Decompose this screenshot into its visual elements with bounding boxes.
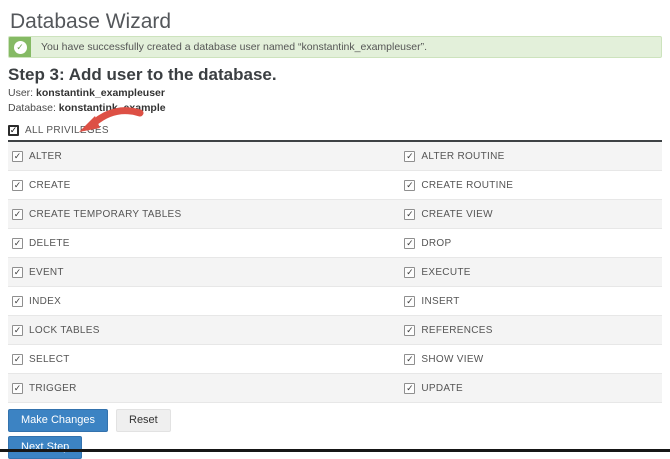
privilege-label[interactable]: ALTER ROUTINE (421, 151, 504, 162)
privilege-label[interactable]: INSERT (421, 296, 459, 307)
privilege-label[interactable]: DELETE (29, 238, 70, 249)
user-line: User: konstantink_exampleuser (8, 87, 662, 100)
next-step-button[interactable]: Next Step (8, 436, 83, 459)
privilege-label[interactable]: UPDATE (421, 383, 463, 394)
success-alert: You have successfully created a database… (8, 36, 662, 58)
privilege-checkbox[interactable] (12, 150, 23, 162)
privilege-cell: REFERENCES (400, 324, 662, 336)
privilege-checkbox[interactable] (12, 382, 23, 394)
user-value: konstantink_exampleuser (36, 87, 165, 99)
privilege-checkbox[interactable] (12, 179, 23, 191)
privilege-checkbox[interactable] (404, 208, 416, 220)
form-actions: Make Changes Reset (8, 409, 662, 432)
privilege-cell: CREATE TEMPORARY TABLES (8, 208, 400, 220)
privilege-label[interactable]: CREATE (29, 180, 71, 191)
privilege-cell: ALTER (8, 150, 400, 162)
privilege-label[interactable]: REFERENCES (421, 325, 492, 336)
privilege-checkbox[interactable] (12, 208, 23, 220)
privilege-cell: CREATE VIEW (400, 208, 662, 220)
page-title: Database Wizard (10, 10, 172, 33)
privilege-cell: UPDATE (400, 382, 662, 394)
database-value: konstantink_example (58, 101, 166, 114)
privilege-checkbox[interactable] (12, 266, 23, 278)
privilege-cell: CREATE ROUTINE (400, 179, 662, 191)
privilege-label[interactable]: CREATE ROUTINE (421, 180, 513, 191)
privilege-checkbox[interactable] (404, 150, 416, 162)
privilege-row: SELECT SHOW VIEW (8, 345, 662, 374)
check-circle-icon (9, 37, 31, 57)
privilege-checkbox[interactable] (404, 179, 416, 191)
privilege-cell: LOCK TABLES (8, 324, 400, 336)
privilege-cell: DROP (400, 237, 662, 249)
step-heading: Step 3: Add user to the database. (8, 65, 277, 84)
privilege-label[interactable]: LOCK TABLES (29, 325, 100, 336)
privilege-checkbox[interactable] (404, 237, 416, 249)
privilege-cell: EXECUTE (400, 266, 662, 278)
privilege-label[interactable]: EXECUTE (421, 267, 470, 278)
privileges-table: ALTER ALTER ROUTINE CREATE CREATE ROUTIN… (8, 142, 662, 403)
all-privileges-label[interactable]: ALL PRIVILEGES (25, 125, 109, 136)
privilege-cell: EVENT (8, 266, 400, 278)
user-label: User: (8, 87, 34, 99)
privilege-label[interactable]: SELECT (29, 354, 70, 365)
privilege-label[interactable]: TRIGGER (29, 383, 77, 394)
privilege-label[interactable]: EVENT (29, 267, 64, 278)
check-icon (13, 40, 27, 54)
next-step-row: Next Step (8, 436, 662, 459)
reset-button[interactable]: Reset (116, 409, 171, 432)
privilege-cell: DELETE (8, 237, 400, 249)
privilege-cell: SHOW VIEW (400, 353, 662, 365)
privilege-checkbox[interactable] (404, 382, 416, 394)
all-privileges-row: ALL PRIVILEGES (8, 107, 662, 136)
alert-message: You have successfully created a database… (41, 41, 428, 53)
privilege-row: EVENT EXECUTE (8, 258, 662, 287)
privilege-label[interactable]: INDEX (29, 296, 61, 307)
privilege-row: CREATE CREATE ROUTINE (8, 171, 662, 200)
privilege-checkbox[interactable] (12, 295, 23, 307)
privilege-checkbox[interactable] (404, 324, 416, 336)
privilege-cell: INSERT (400, 295, 662, 307)
privilege-label[interactable]: SHOW VIEW (421, 354, 483, 365)
database-line: Database: konstantink_example (8, 101, 662, 115)
database-label: Database: (8, 101, 56, 114)
all-privileges-checkbox[interactable] (8, 124, 19, 136)
privilege-checkbox[interactable] (12, 237, 23, 249)
privilege-cell: SELECT (8, 353, 400, 365)
privilege-cell: CREATE (8, 179, 400, 191)
privilege-label[interactable]: ALTER (29, 151, 62, 162)
privilege-checkbox[interactable] (12, 353, 23, 365)
privilege-label[interactable]: CREATE TEMPORARY TABLES (29, 209, 182, 220)
privilege-row: INDEX INSERT (8, 287, 662, 316)
privilege-row: LOCK TABLES REFERENCES (8, 316, 662, 345)
window-bottom-edge (0, 449, 670, 452)
privilege-cell: INDEX (8, 295, 400, 307)
make-changes-button[interactable]: Make Changes (8, 409, 108, 432)
privilege-row: DELETE DROP (8, 229, 662, 258)
privilege-checkbox[interactable] (404, 353, 416, 365)
privilege-label[interactable]: CREATE VIEW (421, 209, 492, 220)
privilege-cell: ALTER ROUTINE (400, 150, 662, 162)
privilege-row: TRIGGER UPDATE (8, 374, 662, 403)
privilege-checkbox[interactable] (12, 324, 23, 336)
privilege-label[interactable]: DROP (421, 238, 451, 249)
privilege-checkbox[interactable] (404, 266, 416, 278)
privilege-row: CREATE TEMPORARY TABLES CREATE VIEW (8, 200, 662, 229)
privilege-cell: TRIGGER (8, 382, 400, 394)
privilege-checkbox[interactable] (404, 295, 416, 307)
privilege-row: ALTER ALTER ROUTINE (8, 142, 662, 171)
